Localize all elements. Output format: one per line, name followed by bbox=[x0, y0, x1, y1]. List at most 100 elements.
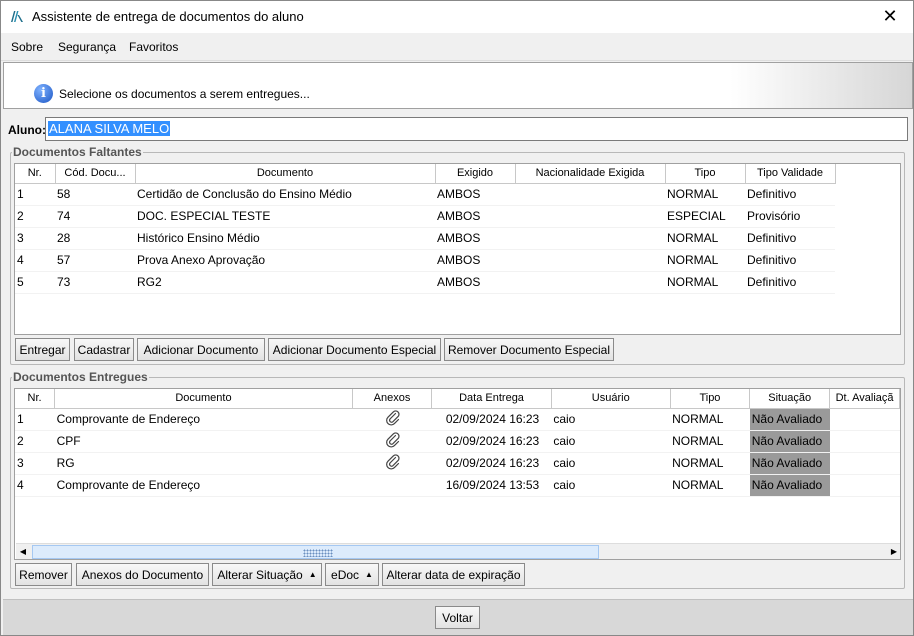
col-documento[interactable]: Documento bbox=[54, 389, 353, 409]
cell-tipo-validade: Definitivo bbox=[745, 183, 835, 206]
alterar-situacao-label: Alterar Situação bbox=[217, 567, 303, 582]
cell-documento: Histórico Ensino Médio bbox=[135, 227, 435, 250]
remover-documento-especial-button[interactable]: Remover Documento Especial bbox=[444, 338, 614, 361]
table-row[interactable]: 4 57 Prova Anexo Aprovação AMBOS NORMAL … bbox=[15, 249, 835, 272]
entregar-button[interactable]: Entregar bbox=[15, 338, 70, 361]
main-window: Assistente de entrega de documentos do a… bbox=[0, 0, 914, 636]
faltantes-header-row: Nr. Cód. Docu... Documento Exigido Nacio… bbox=[15, 164, 836, 184]
cell-tipo: NORMAL bbox=[665, 249, 745, 272]
scrollbar-thumb[interactable] bbox=[32, 545, 599, 559]
col-nr[interactable]: Nr. bbox=[15, 164, 56, 184]
cell-tipo: NORMAL bbox=[670, 452, 750, 475]
cell-documento: DOC. ESPECIAL TESTE bbox=[135, 205, 435, 228]
col-anexos[interactable]: Anexos bbox=[352, 389, 433, 409]
cell-nr: 3 bbox=[15, 227, 55, 250]
cell-tipo: NORMAL bbox=[665, 227, 745, 250]
scroll-left-arrow-icon[interactable]: ◀ bbox=[16, 545, 30, 559]
edoc-button[interactable]: eDoc ▲ bbox=[325, 563, 379, 586]
cell-nr: 1 bbox=[15, 408, 55, 431]
table-row[interactable]: 4 Comprovante de Endereço 16/09/2024 13:53… bbox=[15, 474, 900, 497]
alterar-data-expiracao-button[interactable]: Alterar data de expiração bbox=[382, 563, 525, 586]
col-data-entrega[interactable]: Data Entrega bbox=[431, 389, 552, 409]
cell-tipo: NORMAL bbox=[665, 271, 745, 294]
cell-nr: 2 bbox=[15, 205, 55, 228]
app-logo-icon bbox=[11, 11, 23, 22]
cell-documento: Certidão de Conclusão do Ensino Médio bbox=[135, 183, 435, 206]
entregues-grid[interactable]: Nr. Documento Anexos Data Entrega Usuári… bbox=[14, 388, 901, 560]
cell-nacionalidade bbox=[515, 271, 665, 294]
col-nr[interactable]: Nr. bbox=[15, 389, 56, 409]
cell-usuario: caio bbox=[551, 452, 671, 475]
col-tipo[interactable]: Tipo bbox=[670, 389, 751, 409]
col-nacionalidade-exigida[interactable]: Nacionalidade Exigida bbox=[515, 164, 666, 184]
adicionar-documento-especial-button[interactable]: Adicionar Documento Especial bbox=[268, 338, 441, 361]
info-message: Selecione os documentos a serem entregue… bbox=[59, 87, 310, 101]
table-row[interactable]: 1 Comprovante de Endereço 02/09/2024 16:23… bbox=[15, 408, 900, 431]
close-icon: ✕ bbox=[882, 6, 898, 26]
cell-tipo-validade: Definitivo bbox=[745, 271, 835, 294]
cell-documento: RG bbox=[54, 452, 353, 475]
cell-cod: 73 bbox=[55, 271, 135, 294]
cell-usuario: caio bbox=[551, 408, 671, 431]
col-documento[interactable]: Documento bbox=[135, 164, 436, 184]
paperclip-icon[interactable] bbox=[385, 453, 401, 473]
caret-up-icon: ▲ bbox=[308, 570, 317, 579]
table-row[interactable]: 3 RG 02/09/2024 16:23 caio NORMAL Não Avaliad… bbox=[15, 452, 900, 475]
col-cod-documento[interactable]: Cód. Docu... bbox=[55, 164, 136, 184]
col-situacao[interactable]: Situação bbox=[749, 389, 831, 409]
aluno-field[interactable]: ALANA SILVA MELO bbox=[45, 117, 908, 141]
scroll-right-arrow-icon[interactable]: ▶ bbox=[887, 545, 900, 559]
table-row[interactable]: 3 28 Histórico Ensino Médio AMBOS NORMAL… bbox=[15, 227, 835, 250]
paperclip-icon[interactable] bbox=[385, 431, 401, 451]
table-row[interactable]: 2 74 DOC. ESPECIAL TESTE AMBOS ESPECIAL … bbox=[15, 205, 835, 228]
cell-anexos bbox=[352, 452, 432, 475]
cell-nacionalidade bbox=[515, 183, 665, 206]
entregues-table: Nr. Documento Anexos Data Entrega Usuári… bbox=[15, 389, 900, 497]
menu-item-sobre[interactable]: Sobre bbox=[11, 40, 43, 54]
anexos-do-documento-button[interactable]: Anexos do Documento bbox=[76, 563, 209, 586]
table-row[interactable]: 5 73 RG2 AMBOS NORMAL Definitivo bbox=[15, 271, 835, 294]
cell-tipo: NORMAL bbox=[670, 474, 750, 497]
edoc-label: eDoc bbox=[331, 567, 360, 582]
cell-data-entrega: 16/09/2024 13:53 bbox=[431, 474, 552, 497]
aluno-label: Aluno: bbox=[8, 123, 46, 137]
col-dt-avaliacao[interactable]: Dt. Avaliaçã bbox=[829, 389, 900, 409]
cell-anexos bbox=[352, 474, 432, 497]
col-tipo-validade[interactable]: Tipo Validade bbox=[745, 164, 836, 184]
cell-documento: Prova Anexo Aprovação bbox=[135, 249, 435, 272]
cell-anexos bbox=[352, 430, 432, 453]
col-exigido[interactable]: Exigido bbox=[435, 164, 516, 184]
remover-button[interactable]: Remover bbox=[15, 563, 72, 586]
menu-item-seguranca[interactable]: Segurança bbox=[58, 40, 116, 54]
cell-tipo-validade: Definitivo bbox=[745, 249, 835, 272]
menu-item-favoritos[interactable]: Favoritos bbox=[129, 40, 178, 54]
table-row[interactable]: 2 CPF 02/09/2024 16:23 caio NORMAL Não Avalia… bbox=[15, 430, 900, 453]
cell-situacao: Não Avaliado bbox=[749, 474, 830, 497]
cell-tipo: NORMAL bbox=[665, 183, 745, 206]
adicionar-documento-button[interactable]: Adicionar Documento bbox=[137, 338, 265, 361]
cell-dt-avaliacao bbox=[829, 474, 900, 497]
alterar-situacao-button[interactable]: Alterar Situação ▲ bbox=[212, 563, 322, 586]
footer-bar: Voltar bbox=[3, 599, 913, 635]
close-button[interactable]: ✕ bbox=[867, 1, 913, 32]
menu-bar: Sobre Segurança Favoritos bbox=[1, 33, 913, 61]
paperclip-icon[interactable] bbox=[385, 409, 401, 429]
faltantes-grid[interactable]: Nr. Cód. Docu... Documento Exigido Nacio… bbox=[14, 163, 901, 335]
cell-data-entrega: 02/09/2024 16:23 bbox=[431, 430, 552, 453]
caret-up-icon: ▲ bbox=[365, 570, 373, 579]
voltar-button[interactable]: Voltar bbox=[435, 606, 480, 629]
aluno-value: ALANA SILVA MELO bbox=[48, 121, 171, 136]
cell-cod: 28 bbox=[55, 227, 135, 250]
cadastrar-button[interactable]: Cadastrar bbox=[74, 338, 134, 361]
documentos-faltantes-group: Documentos Faltantes Nr. Cód. Docu... Do… bbox=[10, 145, 905, 365]
cell-dt-avaliacao bbox=[829, 408, 900, 431]
cell-documento: Comprovante de Endereço bbox=[54, 408, 353, 431]
table-row[interactable]: 1 58 Certidão de Conclusão do Ensino Méd… bbox=[15, 183, 835, 206]
col-usuario[interactable]: Usuário bbox=[551, 389, 671, 409]
cell-nr: 2 bbox=[15, 430, 55, 453]
cell-exigido: AMBOS bbox=[435, 249, 515, 272]
col-tipo[interactable]: Tipo bbox=[665, 164, 746, 184]
cell-nr: 4 bbox=[15, 474, 55, 497]
entregues-header-row: Nr. Documento Anexos Data Entrega Usuári… bbox=[15, 389, 900, 409]
horizontal-scrollbar[interactable]: ◀ ▶ bbox=[16, 543, 900, 559]
